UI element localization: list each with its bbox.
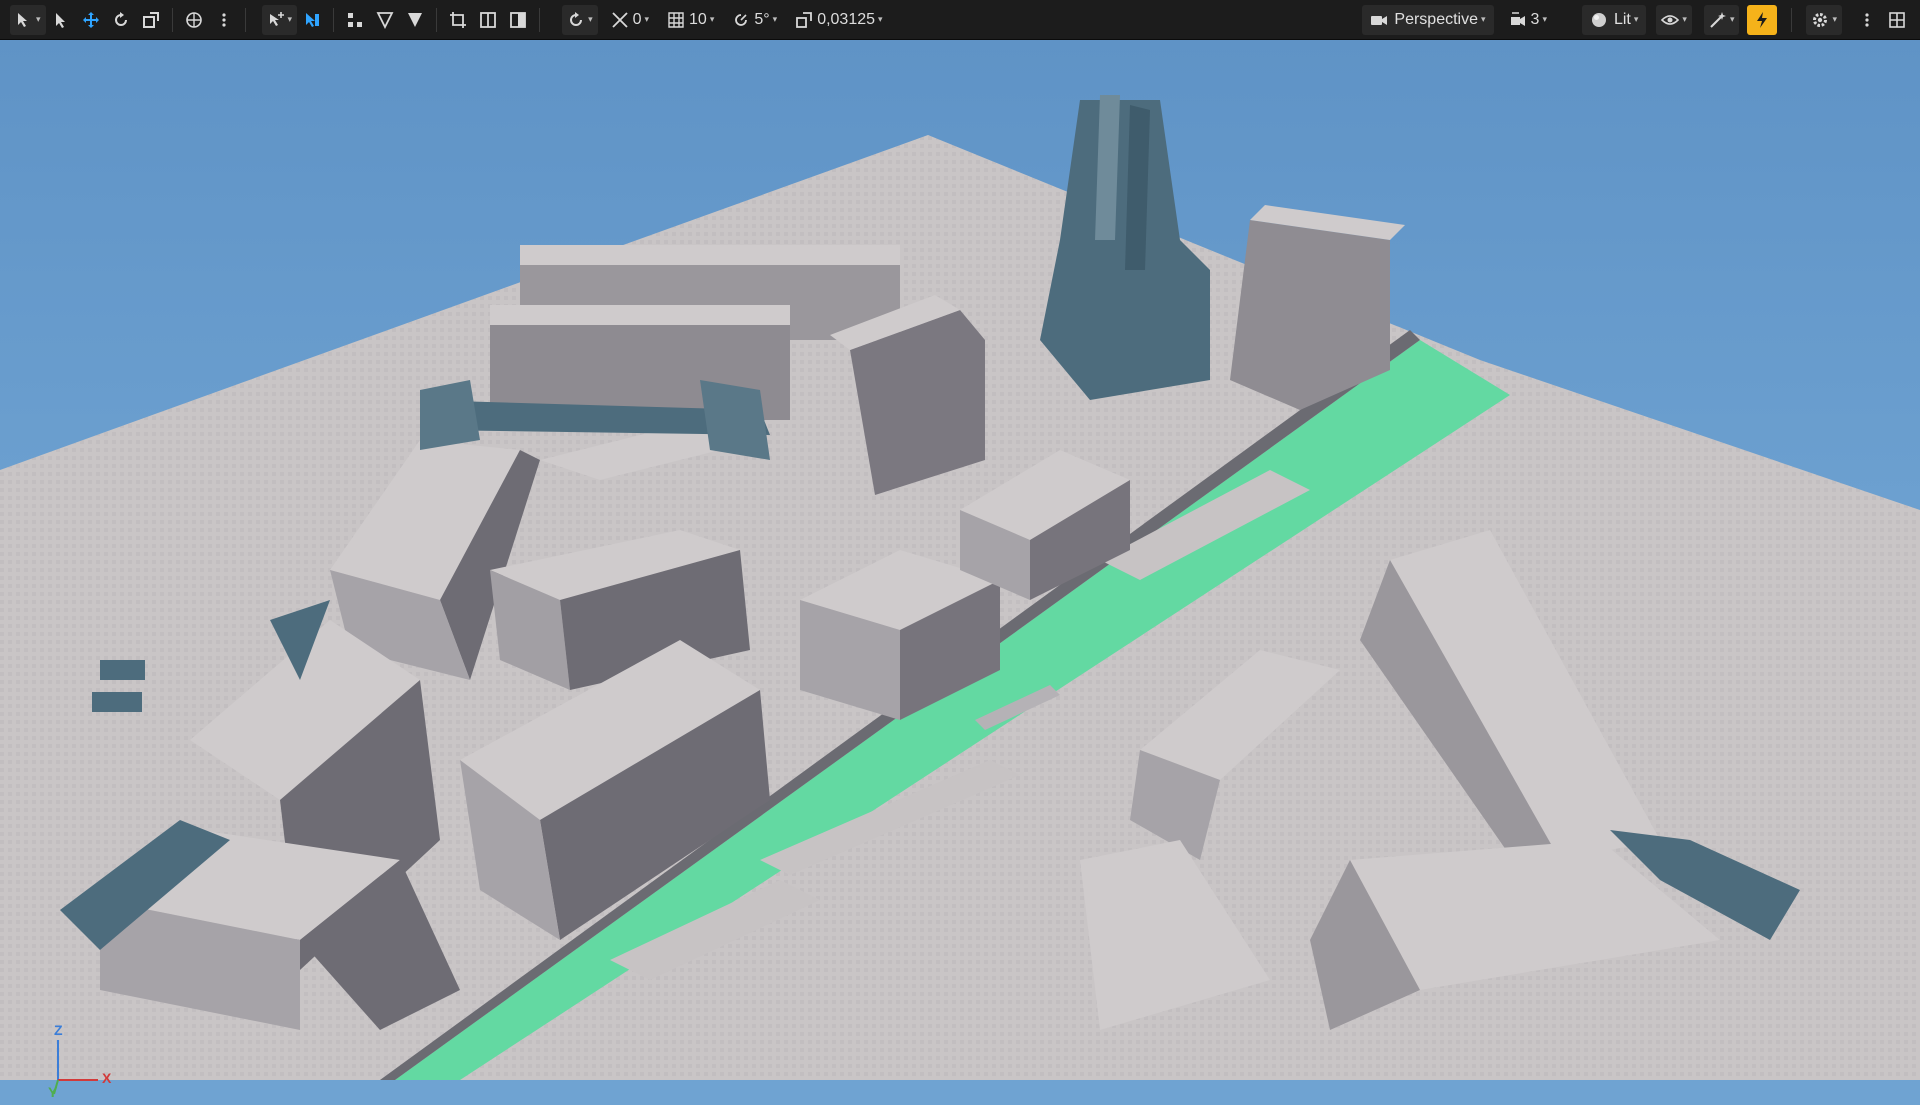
scale-icon: [142, 11, 159, 28]
gear-icon: [1813, 12, 1828, 27]
chevron-down-icon: ▾: [1682, 14, 1687, 24]
toolbar-divider: [1791, 7, 1793, 32]
3d-viewport[interactable]: Z X Y: [0, 40, 1920, 1100]
chevron-down-icon: ▾: [709, 14, 715, 24]
vertical-dots-icon: [1865, 12, 1869, 27]
chevron-down-icon: ▾: [1542, 14, 1547, 24]
camera-speed-dropdown[interactable]: 3 ▾: [1504, 5, 1552, 35]
realtime-toggle-button[interactable]: [1747, 4, 1778, 35]
select-mode-icon: [18, 12, 27, 27]
grid-snap-button[interactable]: 10 ▾: [662, 5, 719, 35]
rotation-snap-value: 5°: [754, 10, 770, 28]
angle-snap-icon: [611, 11, 628, 28]
chevron-down-icon: ▾: [1633, 14, 1639, 24]
scale-snap-value: 0,03125: [817, 10, 876, 28]
rotation-snap-mode-button[interactable]: ▾: [562, 4, 598, 35]
building: [520, 245, 900, 265]
chevron-down-icon: ▾: [1832, 14, 1837, 24]
tech-structure: [100, 660, 145, 680]
toolbar-divider: [436, 7, 438, 32]
axis-label-x: X: [102, 1070, 112, 1086]
magic-wand-icon: [1710, 11, 1726, 28]
show-flags-dropdown[interactable]: ▾: [1656, 4, 1692, 35]
toolbar-divider: [244, 7, 246, 32]
transform-options-button[interactable]: ▾: [261, 4, 298, 35]
camera-speed-icon: [1510, 11, 1525, 26]
chevron-down-icon: ▾: [1729, 14, 1735, 24]
rotate-icon: [114, 11, 127, 26]
crop-icon: [450, 11, 467, 28]
eye-icon: [1661, 14, 1680, 25]
grid-snap-value: 10: [689, 10, 707, 28]
lighting-mode-label: Lit: [1613, 10, 1631, 28]
move-tool-button[interactable]: [76, 5, 106, 35]
transform-options-icon: [269, 11, 284, 26]
tech-structure: [700, 380, 770, 460]
move-icon: [82, 11, 99, 28]
lit-sphere-icon: [1591, 12, 1606, 27]
view-mode-label: Perspective: [1394, 10, 1478, 28]
select-mode-button[interactable]: ▾: [10, 4, 46, 35]
scale-snap-icon: [796, 11, 813, 28]
chevron-down-icon: ▾: [287, 14, 293, 24]
solid-triangle-button[interactable]: [400, 5, 430, 35]
tech-structure: [92, 692, 142, 712]
axis-label-y: Y: [48, 1084, 58, 1100]
select-arrow-icon: [55, 12, 65, 28]
toolbar-divider: [539, 7, 541, 32]
viewport-layout-button[interactable]: [1882, 5, 1912, 35]
layout-split-button[interactable]: [473, 5, 503, 35]
view-mode-dropdown[interactable]: Perspective ▾: [1362, 4, 1494, 35]
surface-snap-button[interactable]: [297, 5, 327, 35]
wireframe-triangle-button[interactable]: [370, 5, 400, 35]
camera-speed-value: 3: [1530, 10, 1540, 28]
toolbar-divider: [171, 7, 173, 32]
lighting-mode-dropdown[interactable]: Lit ▾: [1581, 4, 1647, 35]
realtime-icon: [1757, 11, 1768, 28]
scale-snap-button[interactable]: 0,03125 ▾: [790, 5, 887, 35]
rotation-snap-button[interactable]: 5° ▾: [727, 5, 782, 35]
more-options-button[interactable]: [209, 5, 239, 35]
vertex-snap-icon: [348, 12, 363, 27]
rotation-snap-icon: [735, 13, 748, 26]
viewport-menu-button[interactable]: [1852, 5, 1882, 35]
axis-label-z: Z: [54, 1022, 63, 1038]
camera-icon: [1371, 15, 1388, 25]
grid-icon: [668, 11, 684, 28]
angle-snap-value: 0: [632, 10, 642, 28]
coordinate-space-button[interactable]: [179, 5, 209, 35]
tech-structure: [420, 380, 480, 450]
triangle-outline-icon: [376, 11, 394, 29]
vertical-dots-icon: [221, 12, 226, 27]
layout-grid-icon: [1889, 11, 1905, 28]
layout-single-button[interactable]: [443, 5, 473, 35]
building: [490, 305, 790, 325]
select-tool-button[interactable]: [46, 5, 76, 35]
viewport-settings-dropdown[interactable]: ▾: [1806, 4, 1842, 35]
half-fill-icon: [510, 11, 526, 28]
chevron-down-icon: ▾: [644, 14, 650, 24]
layout-half-button[interactable]: [503, 5, 533, 35]
chevron-down-icon: ▾: [36, 14, 41, 24]
scene-render[interactable]: [0, 40, 1920, 1080]
angle-snap-button[interactable]: 0 ▾: [606, 5, 654, 35]
rotate-tool-button[interactable]: [106, 5, 136, 35]
axis-gizmo: Z X Y: [40, 1020, 120, 1100]
chevron-down-icon: ▾: [878, 14, 883, 24]
split-view-icon: [480, 11, 496, 28]
chevron-down-icon: ▾: [1481, 14, 1486, 24]
triangle-filled-icon: [408, 12, 423, 27]
viewport-toolbar: ▾ ▾ ▾ 0 ▾ 10 ▾ 5° ▾ 0,03125 ▾ Perspectiv…: [0, 0, 1920, 40]
surface-snap-icon: [306, 12, 320, 27]
toolbar-divider: [333, 7, 335, 32]
chevron-down-icon: ▾: [772, 14, 778, 24]
scalability-dropdown[interactable]: ▾: [1703, 4, 1740, 35]
scale-tool-button[interactable]: [136, 5, 166, 35]
chevron-down-icon: ▾: [588, 14, 593, 24]
rotate-snap-icon: [570, 11, 583, 26]
world-coordinates-icon: [185, 11, 202, 28]
vertex-snap-button[interactable]: [340, 5, 370, 35]
